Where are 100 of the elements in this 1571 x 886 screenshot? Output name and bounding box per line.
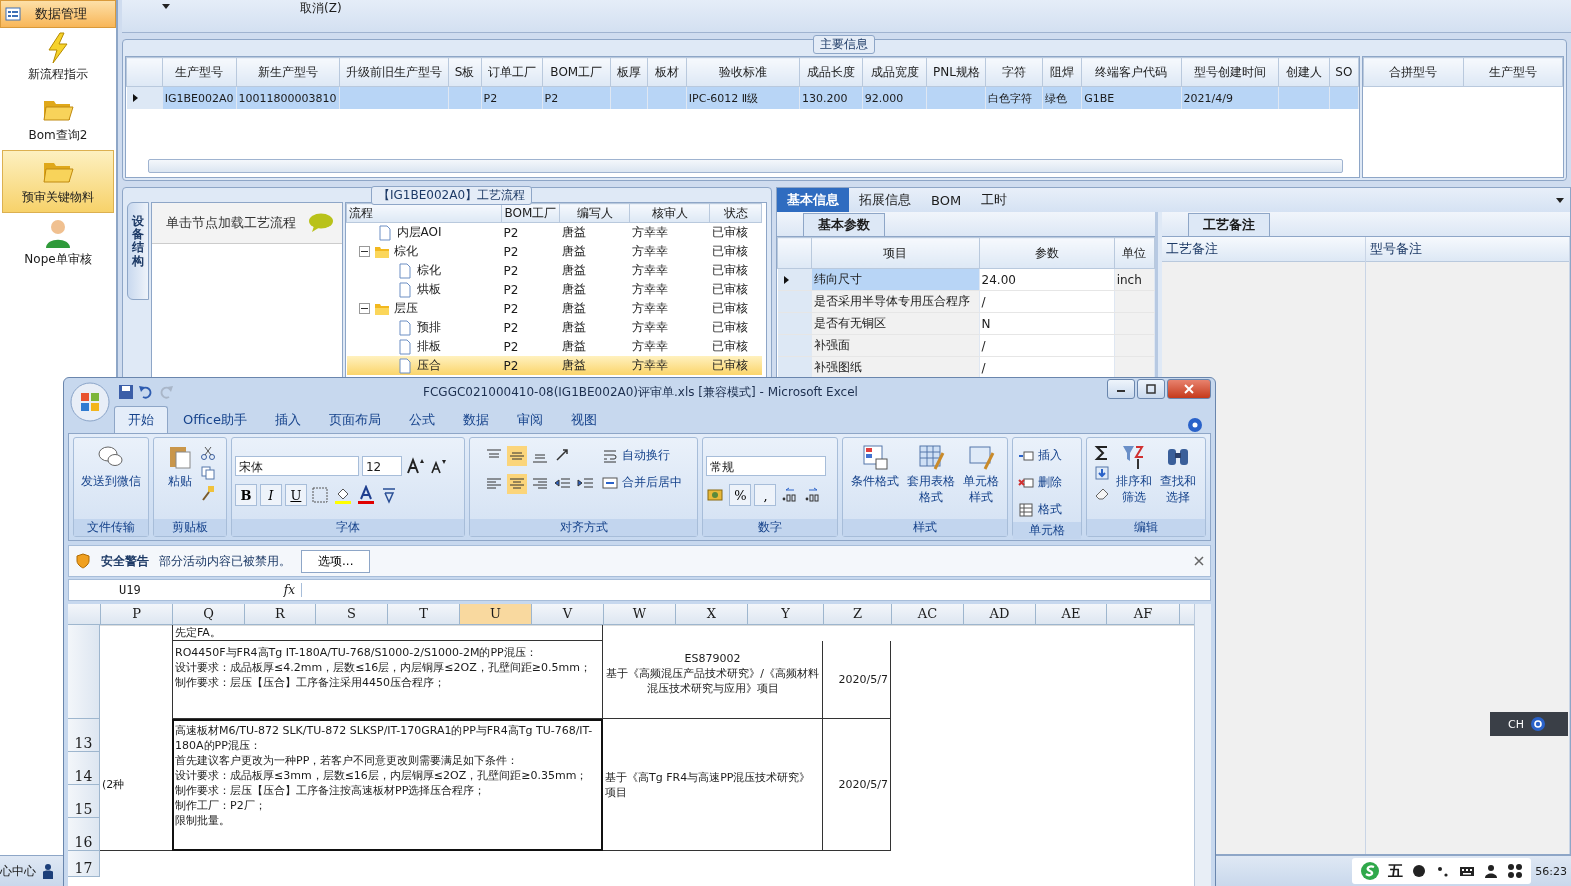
bold-button[interactable]: B [234, 484, 257, 506]
column-header[interactable]: 板材 [647, 57, 687, 87]
align-middle-icon[interactable] [506, 446, 527, 466]
ribbon-tab[interactable]: 数据 [449, 407, 502, 433]
caret-icon[interactable] [162, 4, 170, 9]
sheet-cell[interactable]: RO4450F与FR4高Tg IT-180A/TU-768/S1000-2/S1000-2M的PP混压： 设计要求：成品板厚≤4.2mm，层数≤16层，内层铜厚≤2OZ，孔壁间距≥0.5mm； 制作要求：层压【压合】工序备注采用4450压合程序； [172, 641, 603, 719]
sheet-cell[interactable]: 2020/5/7 [823, 641, 891, 719]
font-name-field[interactable]: 宋体 [234, 456, 359, 476]
ribbon-tab[interactable]: 公式 [395, 407, 448, 433]
close-button[interactable] [1167, 379, 1211, 399]
column-header[interactable]: Q [173, 604, 245, 624]
insert-cells-button[interactable]: 插入 [1016, 446, 1079, 465]
paste-button[interactable]: 粘贴 [163, 441, 196, 492]
table-row[interactable]: 是否采用半导体专用压合程序 / [777, 290, 1155, 313]
language-bar[interactable]: CH [1490, 712, 1568, 736]
percent-button[interactable]: % [729, 484, 752, 506]
column-header[interactable]: 状态 [709, 203, 762, 223]
tab[interactable]: 拓展信息 [849, 188, 921, 212]
column-header[interactable]: AE [1036, 604, 1107, 624]
table-row[interactable]: 是否有无铜区 N [777, 312, 1155, 335]
tab[interactable]: 工时 [971, 188, 1018, 212]
column-header[interactable]: 参数 [979, 237, 1115, 269]
cancel-button[interactable]: 取消(Z) [300, 0, 342, 17]
horizontal-scrollbar[interactable] [148, 159, 1343, 173]
ribbon-tab[interactable]: 插入 [261, 407, 314, 433]
font-size-field[interactable]: 12 [361, 456, 402, 476]
sidebar-item[interactable]: 预审关键物料 [2, 150, 114, 213]
find-select-button[interactable]: 查找和选择 [1158, 441, 1199, 508]
save-icon[interactable] [118, 384, 134, 400]
sheet-cell[interactable]: 先定FA。 [172, 625, 603, 641]
table-row[interactable]: 补强面 / [777, 334, 1155, 357]
table-row[interactable]: IG1BE002A0 10011800003810 P2 P2 IPC-6012 Ⅱ级 130.200 92.000 白色字符 绿色 G1BE 2021/4/9 [126, 86, 1359, 109]
sheet-cell[interactable]: (2种 [100, 719, 172, 851]
ribbon-tab[interactable]: Office助手 [170, 407, 260, 433]
tab[interactable]: BOM [921, 189, 972, 211]
column-header[interactable]: 字符 [986, 57, 1043, 87]
column-header[interactable]: BOM工厂 [542, 57, 611, 87]
column-header[interactable]: V [532, 604, 604, 624]
column-header[interactable]: 订单工厂 [481, 57, 542, 87]
sort-filter-button[interactable]: 排序和筛选 [1114, 441, 1155, 508]
format-table-button[interactable]: 套用表格格式 [905, 441, 958, 508]
minimize-button[interactable] [1107, 379, 1135, 399]
column-header[interactable]: 单位 [1114, 237, 1155, 269]
comma-button[interactable]: , [754, 484, 777, 506]
column-header[interactable]: 新生产型号 [236, 57, 340, 87]
column-header[interactable]: S [316, 604, 388, 624]
vertical-scrollbar[interactable] [1194, 604, 1211, 886]
italic-button[interactable]: I [259, 484, 282, 506]
table-row[interactable]: 补强图纸 / [777, 356, 1155, 379]
column-header[interactable]: AC [892, 604, 964, 624]
tree-node[interactable]: 烘板 [348, 280, 500, 299]
close-icon[interactable] [1194, 556, 1204, 566]
column-header[interactable]: 工艺备注 [1162, 237, 1365, 262]
tree-node[interactable]: 棕化 [348, 261, 500, 280]
column-header[interactable]: 合拼型号 [1363, 57, 1463, 87]
office-button-icon[interactable] [70, 382, 110, 422]
column-header[interactable]: 核审人 [629, 203, 710, 223]
ribbon-tab[interactable]: 开始 [114, 406, 168, 433]
column-header[interactable]: AF [1107, 604, 1180, 624]
grow-font-icon[interactable] [404, 456, 425, 476]
column-header[interactable]: R [245, 604, 316, 624]
column-header[interactable]: PNL规格 [926, 57, 986, 87]
column-header[interactable]: U [460, 604, 532, 624]
sheet-cell[interactable]: 基于《高Tg FR4与高速PP混压技术研究》项目 [603, 719, 823, 851]
column-header[interactable]: 编写人 [559, 203, 630, 223]
row-header[interactable]: 15 [68, 785, 100, 818]
tree-node[interactable]: 层压 [348, 299, 500, 318]
number-format-field[interactable]: 常规 [706, 456, 827, 476]
column-header[interactable]: 升级前旧生产型号 [339, 57, 449, 87]
ribbon-tab[interactable]: 页面布局 [315, 407, 394, 433]
column-header[interactable]: 型号备注 [1366, 237, 1569, 262]
column-header[interactable]: 成品长度 [799, 57, 863, 87]
ribbon-tab[interactable]: 审阅 [503, 407, 556, 433]
copy-icon[interactable] [199, 465, 216, 481]
sheet-cell[interactable]: 高速板材M6/TU-872 SLK/TU-872 SLKSP/IT-170GRA1的PP与FR4高Tg TU-768/IT-180A的PP混压： 首先建议客户更改为一种PP，若客户不同意更改则需要满足如下条件： 设计要求：成品板厚≤3mm，层数≤16层，内层铜厚≤2OZ，孔壁间距≥0.35mm； 制作要求：层压【压合】工序备注按高速板材PP选择压合程序； 制作工厂：P2厂； 限制批量。 [172, 719, 603, 851]
fill-down-icon[interactable] [1094, 465, 1111, 481]
collapse-icon[interactable] [358, 246, 370, 257]
column-header[interactable]: W [604, 604, 676, 624]
tree-node[interactable]: 预排 [348, 318, 500, 337]
column-header[interactable]: Y [748, 604, 824, 624]
caret-icon[interactable] [1556, 197, 1564, 203]
column-header[interactable]: BOM工厂 [501, 203, 560, 223]
cell-styles-button[interactable]: 单元格样式 [961, 441, 1002, 508]
tab[interactable]: 基本参数 [803, 213, 885, 236]
column-header[interactable]: S板 [448, 57, 481, 87]
tree-node[interactable]: 棕化 [348, 242, 500, 261]
column-header[interactable]: SO [1329, 57, 1359, 87]
table-row[interactable]: 纬向尺寸 24.00 inch [777, 268, 1155, 291]
sidebar-item[interactable]: 新流程指示 [2, 28, 114, 89]
column-header[interactable]: 成品宽度 [862, 57, 927, 87]
column-header[interactable]: 生产型号 [1463, 57, 1563, 87]
underline-button[interactable]: U [284, 484, 307, 506]
merge-center-button[interactable]: 合并后居中 [599, 473, 684, 492]
sheet-cell[interactable]: 2020/5/7 [823, 719, 891, 851]
sidebar-header[interactable]: 数据管理 [0, 0, 116, 28]
align-center-icon[interactable] [506, 474, 527, 494]
sheet-cell[interactable]: ES879002 基于《高频混压产品技术研究》/《高频材料混压技术研究与应用》项目 [603, 641, 823, 719]
tree-node[interactable]: 排板 [348, 337, 500, 356]
column-header[interactable]: 型号创建时间 [1181, 57, 1279, 87]
sidebar-item[interactable]: Bom查询2 [2, 89, 114, 150]
